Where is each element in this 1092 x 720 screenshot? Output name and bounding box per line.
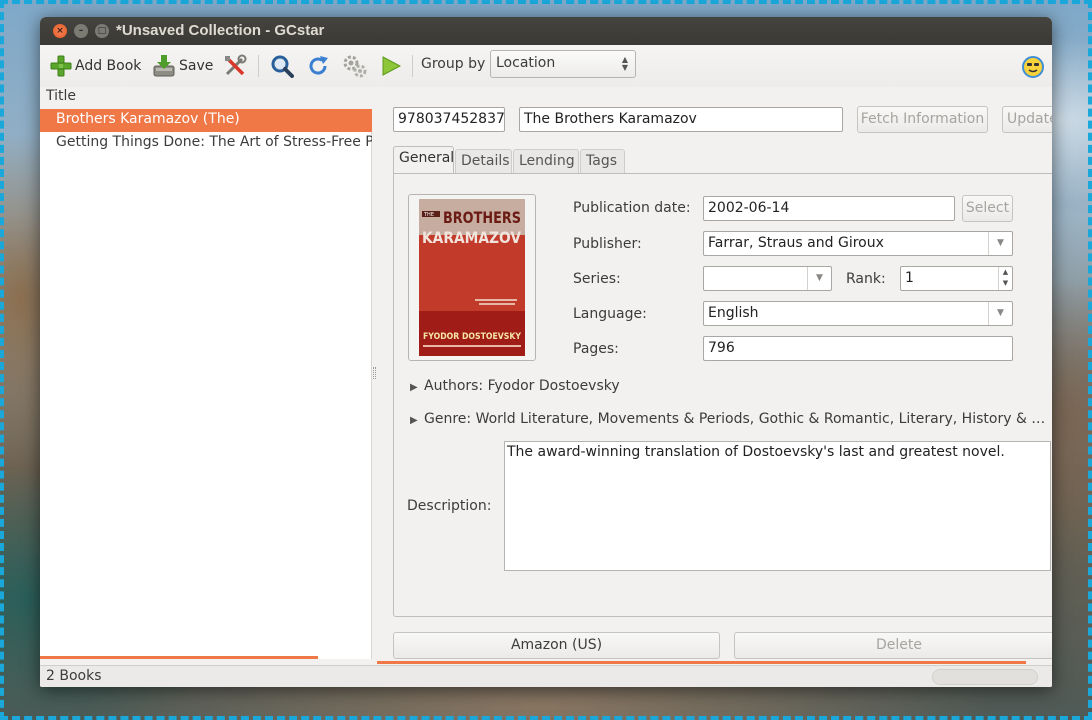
fetch-information-button[interactable]: Fetch Information xyxy=(857,106,988,133)
language-label: Language: xyxy=(573,306,647,322)
minimize-button[interactable]: – xyxy=(74,24,88,38)
cover-title-line1: BROTHERS xyxy=(443,208,521,227)
rank-value: 1 xyxy=(905,270,914,286)
add-icon xyxy=(50,55,72,77)
publisher-combo[interactable]: Farrar, Straus and Giroux ▼ xyxy=(703,231,1013,256)
genre-expander-label: Genre: World Literature, Movements & Per… xyxy=(424,411,1046,427)
authors-expander[interactable]: ▶ Authors: Fyodor Dostoevsky xyxy=(410,378,620,394)
update-button[interactable]: Update xyxy=(1002,106,1052,133)
cover-image-button[interactable]: THE BROTHERS KARAMAZOV FYODOR DOSTOEVSKY xyxy=(408,194,536,361)
rank-label: Rank: xyxy=(846,271,886,287)
refresh-icon xyxy=(309,56,328,75)
select-date-button[interactable]: Select xyxy=(962,195,1013,222)
window-title: *Unsaved Collection - GCstar xyxy=(116,22,325,39)
amazon-us-button[interactable]: Amazon (US) xyxy=(393,632,720,659)
toolbar: Add Book Save Group by Location ▲ ▼ xyxy=(40,45,1052,87)
smiley-icon xyxy=(1022,56,1044,78)
pane-splitter[interactable] xyxy=(373,367,376,379)
status-progress-meter xyxy=(932,669,1038,685)
publisher-value: Farrar, Straus and Giroux xyxy=(708,235,884,251)
details-progress-bar xyxy=(377,661,1026,664)
group-by-select[interactable]: Location ▲ ▼ xyxy=(490,50,636,78)
group-by-value: Location xyxy=(496,55,556,71)
chevron-updown-icon: ▲ ▼ xyxy=(621,55,628,72)
series-combo[interactable]: ▼ xyxy=(703,266,832,291)
publication-date-field[interactable]: 2002-06-14 xyxy=(703,196,955,221)
list-item[interactable]: Brothers Karamazov (The) xyxy=(40,109,372,132)
publisher-label: Publisher: xyxy=(573,236,642,252)
save-button[interactable]: Save xyxy=(152,53,213,79)
status-bar: 2 Books xyxy=(40,665,1052,687)
tab-tags[interactable]: Tags xyxy=(580,149,625,173)
spin-arrows-icon[interactable]: ▲ ▼ xyxy=(998,267,1012,290)
expander-triangle-icon: ▶ xyxy=(410,382,418,393)
group-by-label: Group by xyxy=(421,56,486,72)
general-tab-panel: THE BROTHERS KARAMAZOV FYODOR DOSTOEVSKY… xyxy=(393,173,1052,617)
play-button[interactable] xyxy=(380,53,402,79)
isbn-field[interactable]: 9780374528379 xyxy=(393,107,505,132)
save-icon xyxy=(153,55,175,77)
toolbar-separator xyxy=(412,55,413,77)
title-column-header[interactable]: Title xyxy=(40,87,372,109)
gcstar-window: × – □ *Unsaved Collection - GCstar Add B… xyxy=(40,17,1052,687)
chevron-down-icon[interactable]: ▼ xyxy=(988,302,1012,325)
tools-icon xyxy=(225,54,247,76)
add-book-button[interactable]: Add Book xyxy=(50,53,141,79)
title-field[interactable]: The Brothers Karamazov xyxy=(519,107,843,132)
tab-lending[interactable]: Lending xyxy=(513,149,579,173)
cover-title-line2: KARAMAZOV xyxy=(422,228,522,247)
rank-spinner[interactable]: 1 ▲ ▼ xyxy=(900,266,1013,291)
pages-field[interactable]: 796 xyxy=(703,336,1013,361)
book-cover-image: THE BROTHERS KARAMAZOV FYODOR DOSTOEVSKY xyxy=(419,199,525,356)
expander-triangle-icon: ▶ xyxy=(410,415,418,426)
cover-top-word: THE xyxy=(423,212,434,218)
delete-button[interactable]: Delete xyxy=(734,632,1052,659)
maximize-button[interactable]: □ xyxy=(95,24,109,38)
list-progress-bar xyxy=(40,656,318,659)
tab-details[interactable]: Details xyxy=(455,149,512,173)
gears-button[interactable] xyxy=(342,53,368,79)
search-button[interactable] xyxy=(270,53,294,79)
language-value: English xyxy=(708,305,759,321)
play-icon xyxy=(382,56,402,76)
tab-general[interactable]: General xyxy=(393,146,454,174)
chevron-down-icon[interactable]: ▼ xyxy=(807,267,831,290)
settings-button[interactable] xyxy=(223,53,247,79)
search-icon xyxy=(271,55,294,78)
gears-icon xyxy=(343,55,367,78)
pages-label: Pages: xyxy=(573,341,619,357)
chevron-down-icon[interactable]: ▼ xyxy=(988,232,1012,255)
description-field[interactable]: The award-winning translation of Dostoev… xyxy=(504,441,1051,571)
authors-expander-label: Authors: Fyodor Dostoevsky xyxy=(424,378,620,394)
cover-author: FYODOR DOSTOEVSKY xyxy=(423,332,521,342)
refresh-button[interactable] xyxy=(306,53,330,79)
title-bar[interactable]: × – □ *Unsaved Collection - GCstar xyxy=(40,17,1052,45)
details-pane: 9780374528379 The Brothers Karamazov Fet… xyxy=(377,87,1052,665)
add-book-label: Add Book xyxy=(75,58,142,74)
genre-expander[interactable]: ▶ Genre: World Literature, Movements & Pe… xyxy=(410,411,1050,427)
close-button[interactable]: × xyxy=(53,24,67,38)
toolbar-separator xyxy=(258,55,259,77)
publication-date-label: Publication date: xyxy=(573,200,691,216)
save-label: Save xyxy=(179,58,214,74)
book-list: Title Brothers Karamazov (The) Getting T… xyxy=(40,87,372,659)
series-label: Series: xyxy=(573,271,621,287)
language-combo[interactable]: English ▼ xyxy=(703,301,1013,326)
list-item[interactable]: Getting Things Done: The Art of Stress-F… xyxy=(40,132,372,155)
smiley-button[interactable] xyxy=(1021,54,1045,80)
book-count: 2 Books xyxy=(46,668,102,684)
description-label: Description: xyxy=(407,498,492,514)
